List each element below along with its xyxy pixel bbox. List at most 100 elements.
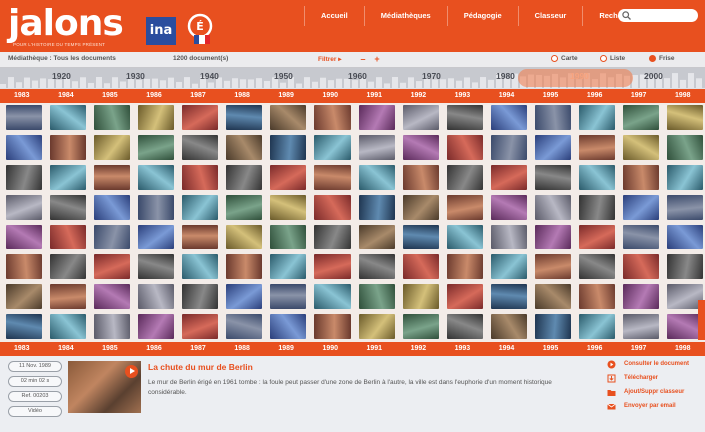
video-thumbnail[interactable] [490, 194, 527, 220]
decade-label[interactable]: 1920 [52, 71, 71, 81]
video-thumbnail[interactable] [226, 105, 263, 130]
decade-label[interactable]: 1930 [126, 71, 145, 81]
video-thumbnail[interactable] [402, 284, 439, 310]
play-icon[interactable] [125, 365, 138, 378]
video-thumbnail[interactable] [6, 134, 43, 160]
video-thumbnail[interactable] [622, 314, 659, 339]
video-thumbnail[interactable] [226, 254, 263, 280]
video-thumbnail[interactable] [358, 134, 395, 160]
video-thumbnail[interactable] [578, 134, 615, 160]
document-title[interactable]: La chute du mur de Berlin [148, 362, 253, 372]
video-thumbnail[interactable] [534, 164, 571, 190]
video-thumbnail[interactable] [138, 224, 175, 250]
decade-label[interactable]: 1990 [570, 71, 589, 81]
video-thumbnail[interactable] [402, 164, 439, 190]
download-button[interactable]: Télécharger [607, 372, 658, 384]
video-thumbnail[interactable] [622, 284, 659, 310]
video-thumbnail[interactable] [490, 314, 527, 339]
video-thumbnail[interactable] [50, 134, 87, 160]
video-thumbnail[interactable] [622, 105, 659, 130]
site-logo[interactable]: jalons [8, 6, 124, 42]
year-label[interactable]: 1984 [58, 345, 74, 352]
video-thumbnail[interactable] [270, 134, 307, 160]
document-type-badge[interactable]: Vidéo [8, 406, 62, 417]
video-thumbnail[interactable] [534, 134, 571, 160]
video-thumbnail[interactable] [402, 254, 439, 280]
year-label[interactable]: 1991 [367, 345, 383, 352]
view-liste[interactable]: Liste [600, 55, 625, 62]
video-thumbnail[interactable] [578, 194, 615, 220]
video-thumbnail[interactable] [270, 105, 307, 130]
video-thumbnail[interactable] [666, 134, 703, 160]
video-thumbnail[interactable] [622, 164, 659, 190]
video-thumbnail[interactable] [138, 105, 175, 130]
video-thumbnail[interactable] [138, 164, 175, 190]
year-label[interactable]: 1989 [278, 92, 294, 99]
video-thumbnail[interactable] [94, 284, 131, 310]
video-thumbnail[interactable] [490, 254, 527, 280]
video-thumbnail[interactable] [314, 164, 351, 190]
zoom-in-button[interactable]: + [372, 53, 382, 65]
search-input[interactable] [618, 9, 698, 22]
video-thumbnail[interactable] [226, 284, 263, 310]
video-thumbnail[interactable] [94, 105, 131, 130]
video-thumbnail[interactable] [490, 284, 527, 310]
video-thumbnail[interactable] [622, 224, 659, 250]
video-thumbnail[interactable] [490, 134, 527, 160]
year-label[interactable]: 1993 [455, 345, 471, 352]
decade-label[interactable]: 2000 [644, 71, 663, 81]
video-thumbnail[interactable] [94, 224, 131, 250]
video-thumbnail[interactable] [50, 314, 87, 339]
video-thumbnail[interactable] [94, 314, 131, 339]
video-thumbnail[interactable] [666, 164, 703, 190]
video-thumbnail[interactable] [270, 194, 307, 220]
video-thumbnail[interactable] [182, 254, 219, 280]
video-thumbnail[interactable] [226, 224, 263, 250]
video-thumbnail[interactable] [578, 254, 615, 280]
year-label[interactable]: 1996 [587, 92, 603, 99]
video-thumbnail[interactable] [314, 284, 351, 310]
video-thumbnail[interactable] [50, 105, 87, 130]
video-thumbnail[interactable] [358, 284, 395, 310]
video-thumbnail[interactable] [402, 224, 439, 250]
video-thumbnail[interactable] [578, 164, 615, 190]
year-label[interactable]: 1997 [631, 92, 647, 99]
video-thumbnail[interactable] [6, 314, 43, 339]
video-thumbnail[interactable] [622, 194, 659, 220]
video-thumbnail[interactable] [226, 134, 263, 160]
nav-accueil[interactable]: Accueil [304, 6, 364, 26]
nav-pedagogie[interactable]: Pédagogie [446, 6, 518, 26]
video-thumbnail[interactable] [402, 314, 439, 339]
video-thumbnail[interactable] [182, 164, 219, 190]
video-thumbnail[interactable] [6, 284, 43, 310]
video-thumbnail[interactable] [314, 314, 351, 339]
year-label[interactable]: 1998 [675, 92, 691, 99]
video-thumbnail[interactable] [402, 105, 439, 130]
video-thumbnail[interactable] [578, 224, 615, 250]
video-thumbnail[interactable] [270, 164, 307, 190]
year-label[interactable]: 1987 [190, 345, 206, 352]
year-label[interactable]: 1992 [411, 345, 427, 352]
view-frise[interactable]: Frise [649, 55, 675, 62]
video-thumbnail[interactable] [314, 254, 351, 280]
video-thumbnail[interactable] [94, 134, 131, 160]
video-thumbnail[interactable] [446, 105, 483, 130]
video-thumbnail[interactable] [50, 254, 87, 280]
year-label[interactable]: 1989 [278, 345, 294, 352]
video-thumbnail[interactable] [666, 194, 703, 220]
video-thumbnail[interactable] [6, 254, 43, 280]
video-thumbnail[interactable] [50, 164, 87, 190]
year-label[interactable]: 1986 [146, 92, 162, 99]
video-thumbnail[interactable] [666, 254, 703, 280]
video-thumbnail[interactable] [182, 134, 219, 160]
video-thumbnail[interactable] [314, 134, 351, 160]
video-thumbnail[interactable] [270, 224, 307, 250]
video-thumbnail[interactable] [402, 194, 439, 220]
video-thumbnail[interactable] [94, 254, 131, 280]
video-thumbnail[interactable] [358, 224, 395, 250]
year-label[interactable]: 1995 [543, 92, 559, 99]
year-label[interactable]: 1998 [675, 345, 691, 352]
year-label[interactable]: 1993 [455, 92, 471, 99]
grid-scrollbar[interactable] [698, 300, 705, 340]
year-label[interactable]: 1990 [322, 92, 338, 99]
